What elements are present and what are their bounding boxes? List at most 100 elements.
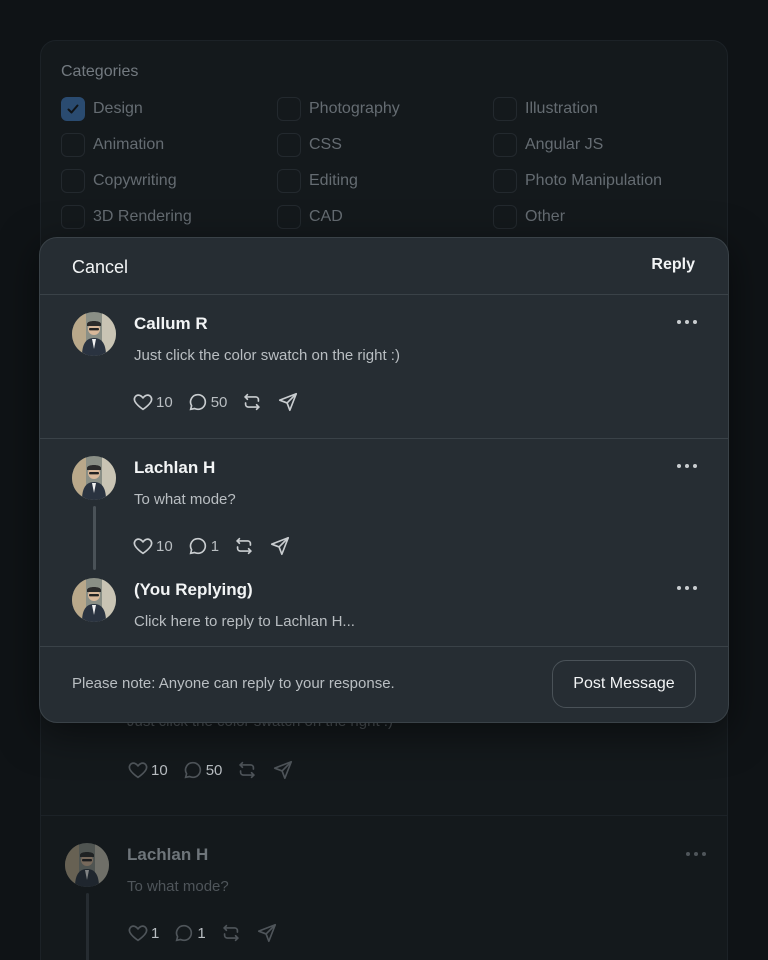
more-options-button[interactable] bbox=[675, 461, 699, 471]
comment-button[interactable]: 1 bbox=[173, 922, 206, 944]
category-item[interactable]: Animation bbox=[61, 133, 277, 157]
repost-icon bbox=[220, 922, 242, 944]
share-button[interactable] bbox=[272, 759, 294, 781]
avatar bbox=[72, 312, 116, 356]
category-item[interactable]: Editing bbox=[277, 169, 493, 193]
repost-button[interactable] bbox=[220, 922, 242, 944]
category-label: Photography bbox=[309, 100, 400, 117]
category-checkbox[interactable] bbox=[493, 97, 517, 121]
more-dots-icon bbox=[686, 852, 706, 856]
category-item[interactable]: Copywriting bbox=[61, 169, 277, 193]
category-checkbox[interactable] bbox=[61, 205, 85, 229]
like-button[interactable]: 1 bbox=[127, 922, 159, 944]
share-button[interactable] bbox=[269, 535, 291, 557]
more-options-button[interactable] bbox=[684, 849, 708, 859]
category-item[interactable]: Photo Manipulation bbox=[493, 169, 709, 193]
comment-actions: 10 50 bbox=[132, 390, 313, 414]
category-item[interactable]: Photography bbox=[277, 97, 493, 121]
repost-button[interactable] bbox=[233, 535, 255, 557]
send-icon bbox=[256, 922, 278, 944]
reply-input[interactable]: Click here to reply to Lachlan H... bbox=[134, 613, 355, 630]
comment-actions: 10 50 bbox=[127, 758, 308, 782]
commenter-name: Lachlan H bbox=[134, 458, 216, 477]
like-button[interactable]: 10 bbox=[127, 759, 168, 781]
comment-count: 50 bbox=[210, 393, 228, 411]
category-checkbox[interactable] bbox=[493, 169, 517, 193]
category-checkbox[interactable] bbox=[61, 169, 85, 193]
send-icon bbox=[269, 535, 291, 557]
post-callum: Callum R Just click the color swatch on … bbox=[40, 295, 728, 438]
category-label: Illustration bbox=[525, 100, 598, 117]
comment-bubble-icon bbox=[187, 535, 209, 557]
category-item[interactable]: 3D Rendering bbox=[61, 205, 277, 229]
comment-button[interactable]: 50 bbox=[182, 759, 222, 781]
post-message-button[interactable]: Post Message bbox=[552, 660, 696, 708]
category-label: Other bbox=[525, 208, 566, 225]
avatar bbox=[72, 456, 116, 500]
share-button[interactable] bbox=[256, 922, 278, 944]
category-checkbox[interactable] bbox=[277, 97, 301, 121]
avatar bbox=[65, 843, 109, 887]
category-item[interactable]: Other bbox=[493, 205, 709, 229]
more-options-button[interactable] bbox=[675, 317, 699, 327]
category-item[interactable]: CAD bbox=[277, 205, 493, 229]
category-label: Editing bbox=[309, 172, 358, 189]
heart-icon bbox=[132, 535, 154, 557]
category-item[interactable]: Design bbox=[61, 97, 277, 121]
footer-divider bbox=[40, 646, 728, 647]
category-checkbox[interactable] bbox=[493, 205, 517, 229]
category-checkbox[interactable] bbox=[493, 133, 517, 157]
comment-text: To what mode? bbox=[127, 878, 229, 895]
categories-grid: Design Photography Illustration Animation CS… bbox=[61, 97, 721, 229]
category-checkbox[interactable] bbox=[61, 133, 85, 157]
category-label: CAD bbox=[309, 208, 343, 225]
like-count: 10 bbox=[156, 537, 173, 555]
category-checkbox[interactable] bbox=[277, 133, 301, 157]
category-checkbox[interactable] bbox=[61, 97, 85, 121]
like-button[interactable]: 10 bbox=[132, 391, 173, 413]
comment-actions: 1 1 bbox=[127, 921, 292, 945]
commenter-name: Lachlan H bbox=[127, 845, 209, 864]
comment-bubble-icon bbox=[173, 922, 195, 944]
heart-icon bbox=[127, 759, 149, 781]
more-dots-icon bbox=[677, 464, 697, 468]
thread-line bbox=[93, 506, 96, 570]
comment-text: To what mode? bbox=[134, 491, 236, 508]
comment-button[interactable]: 50 bbox=[187, 391, 228, 413]
comment-button[interactable]: 1 bbox=[187, 535, 219, 557]
background-divider bbox=[41, 815, 727, 816]
more-dots-icon bbox=[677, 320, 697, 324]
comment-bubble-icon bbox=[187, 391, 209, 413]
categories-label: Categories bbox=[61, 63, 139, 80]
category-label: Photo Manipulation bbox=[525, 172, 662, 189]
comment-actions: 10 1 bbox=[132, 534, 305, 558]
thread-line bbox=[86, 893, 89, 960]
category-checkbox[interactable] bbox=[277, 205, 301, 229]
repost-icon bbox=[241, 391, 263, 413]
repost-icon bbox=[233, 535, 255, 557]
comment-count: 1 bbox=[197, 924, 206, 942]
like-count: 10 bbox=[151, 761, 168, 779]
footer-note: Please note: Anyone can reply to your re… bbox=[72, 675, 395, 692]
like-button[interactable]: 10 bbox=[132, 535, 173, 557]
category-label: Animation bbox=[93, 136, 165, 153]
category-item[interactable]: Illustration bbox=[493, 97, 709, 121]
my-avatar bbox=[72, 578, 116, 622]
category-item[interactable]: CSS bbox=[277, 133, 493, 157]
repost-button[interactable] bbox=[236, 759, 258, 781]
share-button[interactable] bbox=[277, 391, 299, 413]
reply-button[interactable]: Reply bbox=[651, 256, 695, 274]
more-options-button[interactable] bbox=[675, 583, 699, 593]
category-checkbox[interactable] bbox=[277, 169, 301, 193]
comment-count: 1 bbox=[210, 537, 220, 555]
repost-button[interactable] bbox=[241, 391, 263, 413]
category-label: Angular JS bbox=[525, 136, 604, 153]
replying-label: (You Replying) bbox=[134, 580, 253, 599]
category-label: Design bbox=[93, 100, 143, 117]
more-dots-icon bbox=[677, 586, 697, 590]
category-item[interactable]: Angular JS bbox=[493, 133, 709, 157]
checkmark-icon bbox=[67, 104, 79, 114]
cancel-button[interactable]: Cancel bbox=[72, 257, 128, 278]
heart-icon bbox=[127, 922, 149, 944]
heart-icon bbox=[132, 391, 154, 413]
